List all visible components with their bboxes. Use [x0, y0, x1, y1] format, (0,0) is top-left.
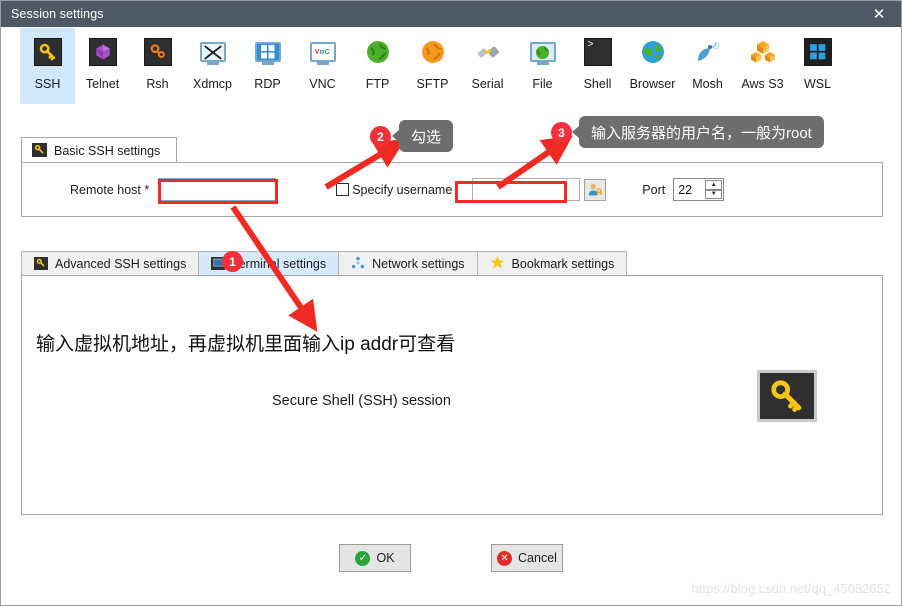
- protocol-label: Xdmcp: [193, 77, 232, 91]
- key-icon: [757, 370, 817, 422]
- network-icon: [351, 256, 365, 273]
- tab-label: Network settings: [372, 257, 465, 271]
- protocol-vnc[interactable]: VnC VNC: [295, 28, 350, 104]
- protocol-shell[interactable]: > Shell: [570, 28, 625, 104]
- tab-label: Terminal settings: [232, 257, 327, 271]
- basic-settings-panel: Remote host * Specify username Port ▲ ▼: [21, 162, 883, 217]
- tab-label: Basic SSH settings: [54, 143, 161, 158]
- terminal-prompt-icon: >: [582, 36, 614, 68]
- orange-gears-icon: [142, 36, 174, 68]
- protocol-label: Mosh: [692, 77, 723, 91]
- tab-network-settings[interactable]: Network settings: [338, 251, 478, 276]
- tab-basic-ssh-settings[interactable]: Basic SSH settings: [21, 137, 178, 163]
- monitor-x-icon: [197, 36, 229, 68]
- protocol-label: Browser: [629, 77, 676, 91]
- protocol-label: WSL: [803, 77, 832, 91]
- protocol-label: RDP: [254, 77, 281, 91]
- close-icon[interactable]: ✕: [857, 1, 901, 27]
- protocol-label: Aws S3: [741, 77, 784, 91]
- remote-host-label: Remote host *: [70, 182, 150, 197]
- session-caption: Secure Shell (SSH) session: [272, 393, 451, 409]
- protocol-browser[interactable]: Browser: [625, 28, 680, 104]
- monitor-vnc-icon: VnC: [307, 36, 339, 68]
- protocol-label: Telnet: [85, 77, 120, 91]
- session-settings-dialog: Session settings ✕ SSH Telnet Rsh Xdmcp …: [0, 0, 902, 606]
- tab-terminal-settings[interactable]: Terminal settings: [198, 251, 340, 276]
- watermark: https://blog.csdn.net/qq_45082652: [691, 581, 892, 596]
- chevron-down-icon[interactable]: ▼: [705, 189, 723, 199]
- protocol-wsl[interactable]: WSL: [790, 28, 845, 104]
- highlight-username: [455, 181, 567, 203]
- protocol-label: Shell: [583, 77, 612, 91]
- tab-advanced-ssh-settings[interactable]: Advanced SSH settings: [21, 251, 200, 276]
- tab-label: Advanced SSH settings: [55, 257, 187, 271]
- specify-username-label: Specify username: [352, 182, 453, 197]
- aws-cubes-icon: [747, 36, 779, 68]
- protocol-label: SFTP: [416, 77, 449, 91]
- green-globe-icon: [362, 36, 394, 68]
- annotation-text: 输入虚拟机地址，再虚拟机里面输入ip addr可查看: [36, 334, 456, 355]
- protocol-file[interactable]: File: [515, 28, 570, 104]
- annotation-tooltip-3: 输入服务器的用户名，一般为root: [579, 116, 824, 148]
- plug-connector-icon: [472, 36, 504, 68]
- titlebar: Session settings ✕: [1, 1, 901, 27]
- windows-logo-icon: [802, 36, 834, 68]
- specify-username-checkbox[interactable]: [336, 183, 350, 196]
- protocol-label: Serial: [471, 77, 504, 91]
- tab-bookmark-settings[interactable]: Bookmark settings: [476, 251, 628, 276]
- monitor-globe-icon: [527, 36, 559, 68]
- annotation-badge-1: 1: [222, 251, 243, 272]
- key-icon: [32, 142, 47, 159]
- dialog-footer: ✓ OK ✕ Cancel: [1, 544, 901, 572]
- port-spinner[interactable]: ▲ ▼: [673, 178, 725, 201]
- protocol-strip: SSH Telnet Rsh Xdmcp RDP V n C VNC FTP S…: [2, 28, 900, 112]
- protocol-mosh[interactable]: Mosh: [680, 28, 735, 104]
- protocol-ssh[interactable]: SSH: [20, 28, 75, 104]
- protocol-label: Rsh: [146, 77, 169, 91]
- x-circle-icon: ✕: [497, 550, 513, 566]
- annotation-badge-2: 2: [370, 126, 391, 147]
- protocol-serial[interactable]: Serial: [460, 28, 515, 104]
- protocol-ftp[interactable]: FTP: [350, 28, 405, 104]
- highlight-remote-host: [158, 179, 278, 204]
- cancel-button[interactable]: ✕ Cancel: [491, 544, 563, 572]
- ok-label: OK: [376, 551, 395, 565]
- chevron-up-icon[interactable]: ▲: [705, 180, 723, 190]
- protocol-label: FTP: [365, 77, 390, 91]
- protocol-xdmcp[interactable]: Xdmcp: [185, 28, 240, 104]
- protocol-label: SSH: [34, 77, 61, 91]
- protocol-rsh[interactable]: Rsh: [130, 28, 185, 104]
- ok-button[interactable]: ✓ OK: [339, 544, 411, 572]
- key-icon: [34, 256, 48, 272]
- cancel-label: Cancel: [518, 551, 557, 565]
- settings-tabs: Advanced SSH settings Terminal settings …: [21, 249, 628, 276]
- key-icon: [32, 36, 64, 68]
- protocol-aws-s3[interactable]: Aws S3: [735, 28, 790, 104]
- port-spin-buttons[interactable]: ▲ ▼: [705, 180, 723, 199]
- monitor-windows-icon: [252, 36, 284, 68]
- protocol-sftp[interactable]: SFTP: [405, 28, 460, 104]
- protocol-label: VNC: [309, 77, 336, 91]
- protocol-rdp[interactable]: RDP: [240, 28, 295, 104]
- terminal-settings-content: 输入虚拟机地址，再虚拟机里面输入ip addr可查看 Secure Shell …: [21, 275, 883, 515]
- port-label: Port: [642, 182, 666, 197]
- window-title: Session settings: [11, 7, 104, 21]
- satellite-dish-icon: [692, 36, 724, 68]
- annotation-tooltip-2: 勾选: [399, 120, 454, 152]
- annotation-badge-3: 3: [551, 122, 572, 143]
- star-icon: [490, 255, 505, 273]
- purple-cube-icon: [87, 36, 119, 68]
- blue-globe-icon: [637, 36, 669, 68]
- protocol-telnet[interactable]: Telnet: [75, 28, 130, 104]
- check-circle-icon: ✓: [355, 550, 371, 566]
- protocol-label: File: [532, 77, 553, 91]
- user-key-icon[interactable]: [584, 178, 607, 201]
- tab-label: Bookmark settings: [511, 257, 615, 271]
- port-input[interactable]: [674, 182, 703, 197]
- orange-globe-icon: [417, 36, 449, 68]
